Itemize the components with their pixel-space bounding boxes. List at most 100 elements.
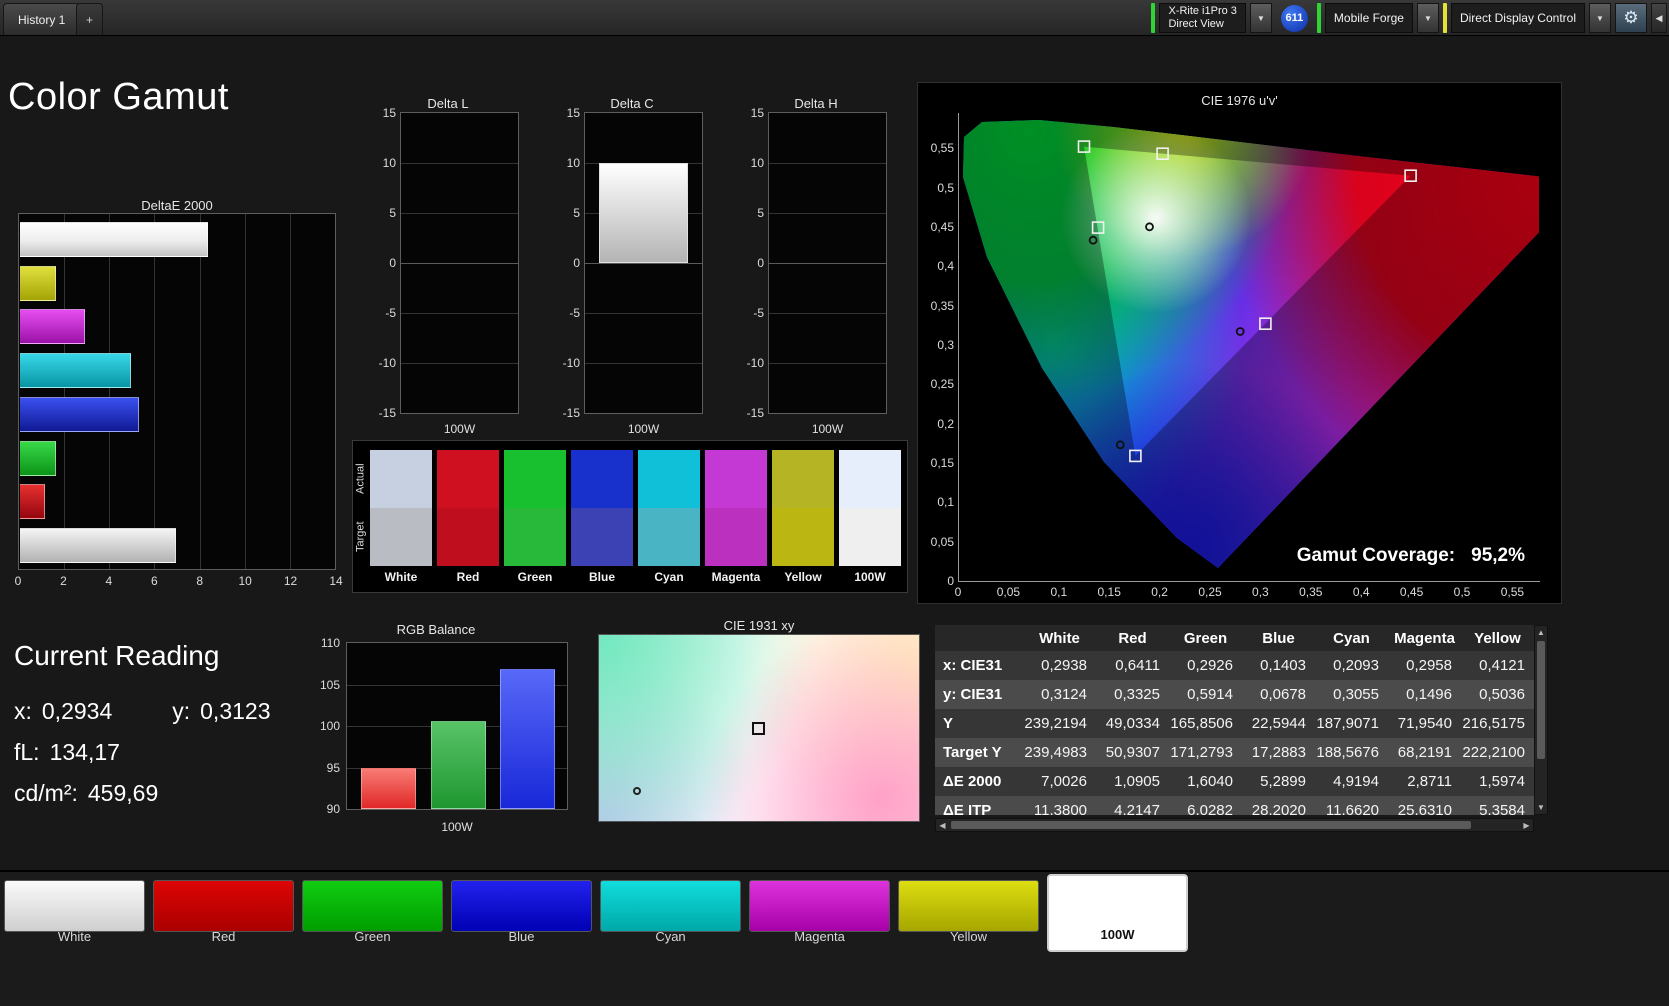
results-cell: 0,3124 xyxy=(1023,686,1096,703)
current-reading: Current Reading x: 0,2934 y: 0,3123 fL: … xyxy=(14,640,271,807)
rgb-bar-red xyxy=(361,768,416,810)
display-dropdown-button[interactable]: ▼ xyxy=(1589,3,1611,33)
pattern-button-blue[interactable]: Blue xyxy=(451,874,592,952)
results-cell: 239,4983 xyxy=(1023,744,1096,761)
pattern-button-label: White xyxy=(4,929,145,944)
deltae-gridline xyxy=(64,214,65,569)
meter-status-bar xyxy=(1151,3,1155,33)
delta-chart-delta-h: Delta H151050-5-10-15100W xyxy=(742,96,890,440)
results-row-label: ΔE 2000 xyxy=(935,773,1023,790)
pattern-swatch xyxy=(451,880,592,932)
cie1976-ytick-label: 0,15 xyxy=(922,456,954,470)
display-status-bar xyxy=(1443,3,1447,33)
scroll-right-icon[interactable]: ▶ xyxy=(1520,819,1533,831)
deltae-xtick-label: 2 xyxy=(60,574,67,588)
table-vertical-scrollbar[interactable]: ▲ ▼ xyxy=(1534,625,1548,815)
pattern-button-label: Red xyxy=(153,929,294,944)
deltae-bar-blue xyxy=(20,397,139,432)
results-row-4[interactable]: Target Y239,498350,9307171,279317,288318… xyxy=(935,738,1534,767)
deltae-gridline xyxy=(200,214,201,569)
pattern-button-100w[interactable]: 100W xyxy=(1047,874,1188,952)
chevron-down-icon: ▼ xyxy=(1596,14,1604,23)
chevron-down-icon: ▼ xyxy=(1257,14,1265,23)
delta-chart-delta-c: Delta C151050-5-10-15100W xyxy=(558,96,706,440)
delta-gridline xyxy=(401,163,518,164)
pattern-button-yellow[interactable]: Yellow xyxy=(898,874,1039,952)
delta-xlabel: 100W xyxy=(768,422,887,436)
table-horizontal-scrollbar[interactable]: ◀ ▶ xyxy=(935,818,1534,832)
y-label: y: xyxy=(172,698,190,725)
results-cell: 0,3325 xyxy=(1096,686,1169,703)
collapse-panel-button[interactable]: ◀ xyxy=(1651,3,1667,33)
cie1931-gradient-field xyxy=(598,634,920,822)
scroll-down-icon[interactable]: ▼ xyxy=(1535,801,1547,814)
deltae-bar-magenta xyxy=(20,309,85,344)
cie1976-ytick-label: 0,3 xyxy=(922,338,954,352)
results-cell: 0,0678 xyxy=(1242,686,1315,703)
results-row-3[interactable]: Y239,219449,0334165,850622,5944187,90717… xyxy=(935,709,1534,738)
delta-plot xyxy=(400,112,519,414)
tab-history-1[interactable]: History 1 xyxy=(3,3,80,35)
meter-dropdown-button[interactable]: ▼ xyxy=(1250,3,1272,33)
pattern-button-white[interactable]: White xyxy=(4,874,145,952)
meter-name: X-Rite i1Pro 3 xyxy=(1168,5,1236,18)
cie1976-ytick-label: 0,35 xyxy=(922,299,954,313)
display-control-selector[interactable]: Direct Display Control xyxy=(1451,3,1585,33)
delta-ytick-label: -15 xyxy=(747,406,764,420)
results-row-label: Target Y xyxy=(935,744,1023,761)
delta-ytick-label: 0 xyxy=(389,256,396,270)
cie1976-xtick-label: 0,05 xyxy=(997,585,1020,599)
delta-gridline xyxy=(769,163,886,164)
swatch-column-label: Blue xyxy=(589,570,615,584)
cie1976-xtick-label: 0,45 xyxy=(1400,585,1423,599)
pattern-button-label: Cyan xyxy=(600,929,741,944)
rgb-xlabel: 100W xyxy=(346,820,568,834)
add-tab-button[interactable]: + xyxy=(76,3,103,35)
swatch-target-blue xyxy=(571,508,633,566)
pattern-swatch xyxy=(898,880,1039,932)
rgb-yticks: 1101051009590 xyxy=(300,622,342,834)
results-row-5[interactable]: ΔE 20007,00261,09051,60405,28994,91942,8… xyxy=(935,767,1534,796)
pattern-swatch xyxy=(4,880,145,932)
pattern-button-magenta[interactable]: Magenta xyxy=(749,874,890,952)
delta-ytick-label: 10 xyxy=(383,156,396,170)
results-cell: 5,2899 xyxy=(1242,773,1315,790)
cie1976-ytick-label: 0,4 xyxy=(922,259,954,273)
results-cell: 11,3800 xyxy=(1023,802,1096,815)
swatch-column-label: Yellow xyxy=(784,570,821,584)
scroll-left-icon[interactable]: ◀ xyxy=(936,819,949,831)
deltae-bar-100w xyxy=(20,222,208,257)
results-row-2[interactable]: y: CIE310,31240,33250,59140,06780,30550,… xyxy=(935,680,1534,709)
delta-ytick-col: 151050-5-10-15 xyxy=(742,96,766,440)
delta-gridline xyxy=(585,363,702,364)
pattern-swatch xyxy=(302,880,443,932)
results-row-6[interactable]: ΔE ITP11,38004,21476,028228,202011,66202… xyxy=(935,796,1534,815)
delta-chart-delta-l: Delta L151050-5-10-15100W xyxy=(374,96,522,440)
cie1976-ytick-label: 0,1 xyxy=(922,495,954,509)
rgb-ytick-label: 105 xyxy=(320,678,340,692)
hscroll-thumb[interactable] xyxy=(951,821,1471,829)
gear-icon: ⚙ xyxy=(1623,8,1638,28)
source-dropdown-button[interactable]: ▼ xyxy=(1417,3,1439,33)
scroll-up-icon[interactable]: ▲ xyxy=(1535,626,1547,639)
deltae-bar-cyan xyxy=(20,353,131,388)
results-cell: 0,1496 xyxy=(1388,686,1461,703)
cie1931-measured-marker xyxy=(633,787,641,795)
delta-ytick-label: 15 xyxy=(751,106,764,120)
swatch-target-cyan xyxy=(638,508,700,566)
meter-selector[interactable]: X-Rite i1Pro 3 Direct View xyxy=(1159,3,1245,33)
deltae-xtick-label: 12 xyxy=(284,574,297,588)
deltae-2000-chart: DeltaE 2000 02468101214 xyxy=(18,198,336,592)
settings-button[interactable]: ⚙ xyxy=(1615,3,1647,33)
vscroll-thumb[interactable] xyxy=(1537,641,1545,759)
cie1976-xtick-label: 0 xyxy=(955,585,962,599)
pattern-button-cyan[interactable]: Cyan xyxy=(600,874,741,952)
pattern-button-green[interactable]: Green xyxy=(302,874,443,952)
deltae-xtick-label: 14 xyxy=(329,574,342,588)
source-selector[interactable]: Mobile Forge xyxy=(1325,3,1413,33)
delta-ytick-label: 5 xyxy=(389,206,396,220)
results-row-1[interactable]: x: CIE310,29380,64110,29260,14030,20930,… xyxy=(935,651,1534,680)
cie1976-xtick-label: 0,55 xyxy=(1501,585,1524,599)
swatch-actual-white xyxy=(370,450,432,508)
pattern-button-red[interactable]: Red xyxy=(153,874,294,952)
